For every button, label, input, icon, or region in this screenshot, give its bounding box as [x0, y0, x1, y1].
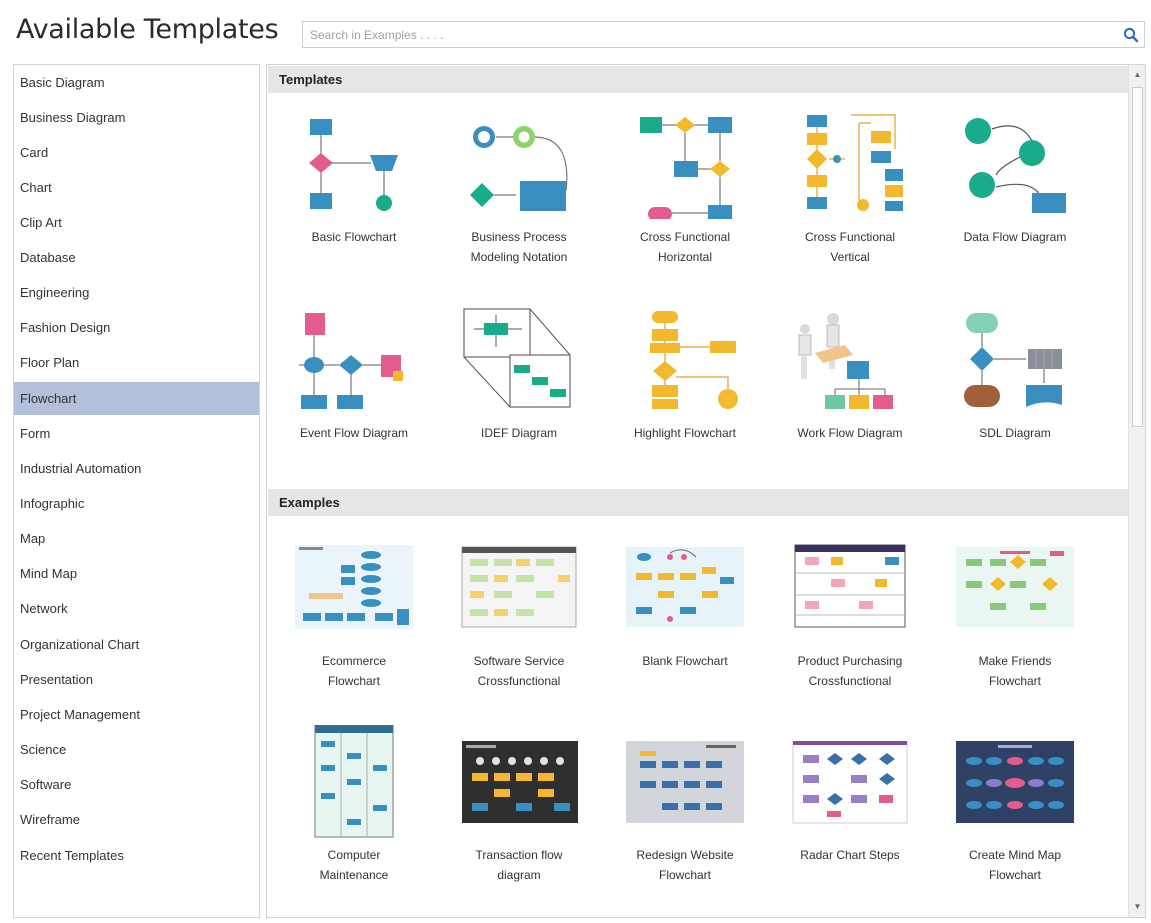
highlight-flowchart-icon	[610, 305, 760, 415]
example-label-line2: diagram	[497, 868, 541, 882]
category-sidebar: Basic Diagram Business Diagram Card Char…	[13, 64, 260, 918]
example-thumbnail	[940, 543, 1090, 663]
example-thumbnail	[279, 725, 429, 855]
template-label: Data Flow Diagram	[963, 230, 1067, 244]
template-label: Work Flow Diagram	[797, 426, 903, 440]
template-label-line2: Horizontal	[657, 250, 713, 264]
example-label: Redesign Website	[636, 848, 734, 862]
sidebar-item-database[interactable]: Database	[14, 241, 259, 274]
example-label-line2: Flowchart	[658, 868, 711, 882]
bpmn-icon	[444, 109, 594, 219]
example-label: Software Service	[473, 654, 565, 668]
sidebar-item-chart[interactable]: Chart	[14, 171, 259, 204]
example-thumbnail	[610, 543, 760, 663]
templates-panel: Templates Basic Flowchart Business Proce…	[266, 64, 1146, 918]
sidebar-item-business-diagram[interactable]: Business Diagram	[14, 101, 259, 134]
cross-functional-vertical-icon	[775, 109, 925, 219]
cross-functional-horizontal-icon	[610, 109, 760, 219]
sidebar-item-network[interactable]: Network	[14, 592, 259, 625]
sidebar-item-form[interactable]: Form	[14, 417, 259, 450]
sidebar-item-map[interactable]: Map	[14, 522, 259, 555]
sidebar-item-wireframe[interactable]: Wireframe	[14, 803, 259, 836]
basic-flowchart-icon	[279, 109, 429, 219]
sidebar-item-clip-art[interactable]: Clip Art	[14, 206, 259, 239]
example-label-line2: Flowchart	[988, 674, 1041, 688]
example-label: Transaction flow	[475, 848, 563, 862]
sidebar-item-basic-diagram[interactable]: Basic Diagram	[14, 66, 259, 99]
example-label-line2: Flowchart	[327, 674, 380, 688]
template-label-line2: Modeling Notation	[470, 250, 568, 264]
template-label-line2: Vertical	[830, 250, 870, 264]
idef-diagram-icon	[444, 305, 594, 415]
sidebar-item-engineering[interactable]: Engineering	[14, 276, 259, 309]
sidebar-item-software[interactable]: Software	[14, 768, 259, 801]
data-flow-diagram-icon	[940, 109, 1090, 219]
template-label: Business Process	[471, 230, 567, 244]
example-thumbnail	[775, 741, 925, 861]
search-input[interactable]	[303, 22, 1118, 47]
example-thumbnail	[775, 543, 925, 663]
example-thumbnail	[610, 741, 760, 861]
example-label: Computer	[327, 848, 381, 862]
example-label: Create Mind Map	[968, 848, 1062, 862]
example-thumbnail	[444, 741, 594, 861]
sidebar-item-recent-templates[interactable]: Recent Templates	[14, 839, 259, 872]
vertical-scrollbar[interactable]: ▲ ▼	[1128, 65, 1145, 917]
templates-section-header: Templates	[268, 66, 1128, 93]
template-label: Highlight Flowchart	[633, 426, 737, 440]
example-thumbnail	[940, 741, 1090, 861]
example-label: Product Purchasing	[797, 654, 903, 668]
page-title: Available Templates	[16, 14, 279, 45]
sidebar-item-science[interactable]: Science	[14, 733, 259, 766]
template-label: Event Flow Diagram	[299, 426, 409, 440]
template-label: SDL Diagram	[979, 426, 1051, 440]
example-label: Radar Chart Steps	[800, 848, 900, 862]
work-flow-diagram-icon	[775, 305, 925, 415]
sidebar-item-presentation[interactable]: Presentation	[14, 663, 259, 696]
template-label: Cross Functional	[639, 230, 731, 244]
sdl-diagram-icon	[940, 305, 1090, 415]
sidebar-item-flowchart[interactable]: Flowchart	[14, 382, 259, 415]
sidebar-item-project-management[interactable]: Project Management	[14, 698, 259, 731]
sidebar-item-fashion-design[interactable]: Fashion Design	[14, 311, 259, 344]
example-label-line2: Flowchart	[988, 868, 1041, 882]
example-label: Ecommerce	[321, 654, 386, 668]
example-label-line2: Maintenance	[319, 868, 389, 882]
example-label-line2: Crossfunctional	[477, 674, 561, 688]
sidebar-item-organizational-chart[interactable]: Organizational Chart	[14, 628, 259, 661]
example-thumbnail	[279, 543, 429, 663]
example-thumbnail	[444, 543, 594, 663]
scroll-down-arrow-icon[interactable]: ▼	[1132, 900, 1143, 914]
sidebar-item-card[interactable]: Card	[14, 136, 259, 169]
search-box[interactable]	[302, 21, 1145, 48]
scroll-up-arrow-icon[interactable]: ▲	[1132, 68, 1143, 82]
template-label: IDEF Diagram	[480, 426, 557, 440]
sidebar-item-floor-plan[interactable]: Floor Plan	[14, 346, 259, 379]
search-icon[interactable]	[1122, 26, 1140, 44]
example-label: Make Friends	[978, 654, 1052, 668]
event-flow-diagram-icon	[279, 305, 429, 415]
sidebar-item-mind-map[interactable]: Mind Map	[14, 557, 259, 590]
scrollbar-thumb[interactable]	[1132, 87, 1143, 427]
template-label: Cross Functional	[804, 230, 896, 244]
sidebar-item-infographic[interactable]: Infographic	[14, 487, 259, 520]
example-label-line2: Crossfunctional	[808, 674, 892, 688]
examples-section-header: Examples	[268, 489, 1128, 516]
sidebar-item-industrial-automation[interactable]: Industrial Automation	[14, 452, 259, 485]
template-label: Basic Flowchart	[311, 230, 397, 244]
example-label: Blank Flowchart	[642, 654, 728, 668]
